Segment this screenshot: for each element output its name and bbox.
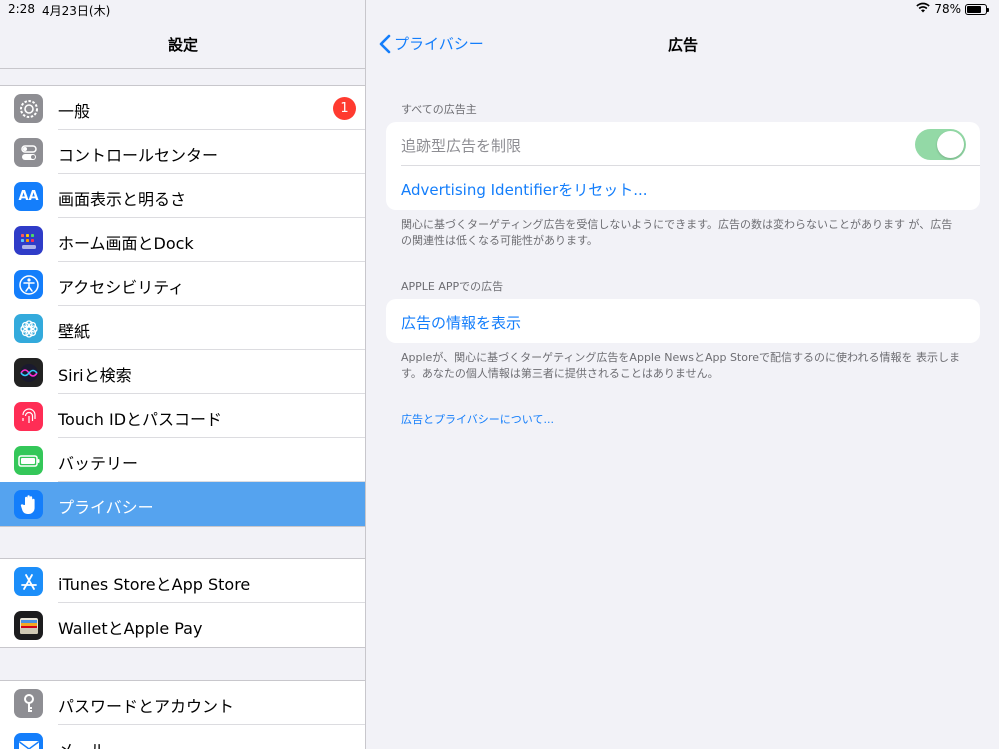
about-ads-privacy-link[interactable]: 広告とプライバシーについて...	[401, 412, 961, 428]
sidebar-item-mail[interactable]: メール	[0, 725, 365, 749]
sidebar-item-label: 画面表示と明るさ	[58, 190, 187, 209]
battery-status-icon	[965, 3, 989, 15]
sidebar-header-divider	[0, 68, 365, 69]
status-time: 2:28	[8, 2, 35, 16]
flower-icon	[14, 314, 43, 343]
fingerprint-icon	[14, 402, 43, 431]
sidebar-item-label: メール	[58, 737, 106, 749]
toggles-icon	[14, 138, 43, 167]
sidebar-item-battery[interactable]: バッテリー	[0, 438, 365, 482]
sidebar-item-label: WalletとApple Pay	[58, 619, 203, 638]
ad-info-card: 広告の情報を表示	[386, 299, 980, 343]
section-footer-apple-ads: Appleが、関心に基づくターゲティング広告をApple NewsとApp St…	[401, 351, 960, 380]
sidebar-item-key[interactable]: パスワードとアカウント	[0, 681, 365, 725]
sidebar-item-label: パスワードとアカウント	[58, 697, 235, 716]
view-ad-info-row[interactable]: 広告の情報を表示	[386, 299, 980, 343]
sidebar-group-main: 一般 1 コントロールセンター AA 画面表示と明るさ ホーム画面とDock アクセシビリテ…	[0, 85, 365, 527]
sidebar-item-app-store[interactable]: iTunes StoreとApp Store	[0, 559, 365, 603]
sidebar-item-label: Siriと検索	[58, 366, 132, 385]
section-header-apple-apps: APPLE APPでの広告	[401, 280, 504, 293]
sidebar-item-wallet[interactable]: WalletとApple Pay	[0, 603, 365, 647]
reset-identifier-button[interactable]: Advertising Identifierをリセット...	[401, 179, 648, 200]
key-icon	[14, 689, 43, 718]
reset-identifier-row[interactable]: Advertising Identifierをリセット...	[386, 166, 980, 210]
sidebar-item-label: 壁紙	[58, 322, 91, 341]
mail-icon	[14, 733, 43, 749]
toggle-knob	[937, 131, 964, 158]
battery-icon	[14, 446, 43, 475]
detail-pane: プライバシー 広告 すべての広告主 追跡型広告を制限 Advertising I…	[367, 0, 999, 749]
limit-tracking-label: 追跡型広告を制限	[401, 137, 522, 155]
limit-tracking-row: 追跡型広告を制限	[386, 122, 980, 166]
sidebar-group-store: iTunes StoreとApp Store WalletとApple Pay	[0, 558, 365, 648]
sidebar-group-accounts: パスワードとアカウントメール	[0, 680, 365, 749]
home-grid-icon	[14, 226, 43, 255]
siri-icon	[14, 358, 43, 387]
sidebar-title: 設定	[167, 36, 198, 54]
sidebar-item-toggles[interactable]: コントロールセンター	[0, 130, 365, 174]
sidebar-item-home-grid[interactable]: ホーム画面とDock	[0, 218, 365, 262]
sidebar-item-flower[interactable]: 壁紙	[0, 306, 365, 350]
section-header-all-advertisers: すべての広告主	[401, 103, 477, 116]
limit-tracking-toggle[interactable]	[915, 129, 966, 160]
app-store-icon	[14, 567, 43, 596]
sidebar-item-label: バッテリー	[58, 454, 139, 473]
sidebar-item-label: プライバシー	[58, 498, 154, 517]
sidebar-item-accessibility[interactable]: アクセシビリティ	[0, 262, 365, 306]
sidebar-item-siri[interactable]: Siriと検索	[0, 350, 365, 394]
sidebar-item-label: コントロールセンター	[58, 146, 219, 165]
gear-icon	[14, 94, 43, 123]
settings-sidebar: 設定 一般 1 コントロールセンター AA 画面表示と明るさ ホーム画面とDock アクセシ…	[0, 0, 366, 749]
wallet-icon	[14, 611, 43, 640]
accessibility-icon	[14, 270, 43, 299]
hand-icon	[14, 490, 43, 519]
sidebar-item-label: アクセシビリティ	[58, 278, 185, 297]
view-ad-info-button[interactable]: 広告の情報を表示	[401, 312, 521, 333]
sidebar-item-label: Touch IDとパスコード	[58, 410, 223, 429]
battery-percent: 78%	[934, 2, 961, 16]
sidebar-item-label: iTunes StoreとApp Store	[58, 575, 251, 594]
page-title: 広告	[667, 36, 698, 54]
notification-badge: 1	[333, 97, 356, 120]
status-date: 4月23日(木)	[42, 4, 111, 18]
status-right: 78%	[916, 2, 989, 16]
section-footer-tracking: 関心に基づくターゲティング広告を受信しないようにできます。広告の数は変わらないこ…	[401, 218, 953, 247]
sidebar-item-fingerprint[interactable]: Touch IDとパスコード	[0, 394, 365, 438]
sidebar-item-gear[interactable]: 一般 1	[0, 86, 365, 130]
text-size-icon: AA	[14, 182, 43, 211]
sidebar-item-label: 一般	[58, 102, 91, 121]
status-bar: 2:28 4月23日(木) 78%	[0, 0, 999, 20]
sidebar-item-hand[interactable]: プライバシー	[0, 482, 365, 526]
sidebar-item-label: ホーム画面とDock	[58, 234, 194, 253]
sidebar-item-text-size[interactable]: AA 画面表示と明るさ	[0, 174, 365, 218]
wifi-icon	[916, 2, 931, 16]
ad-tracking-card: 追跡型広告を制限 Advertising Identifierをリセット...	[386, 122, 980, 210]
